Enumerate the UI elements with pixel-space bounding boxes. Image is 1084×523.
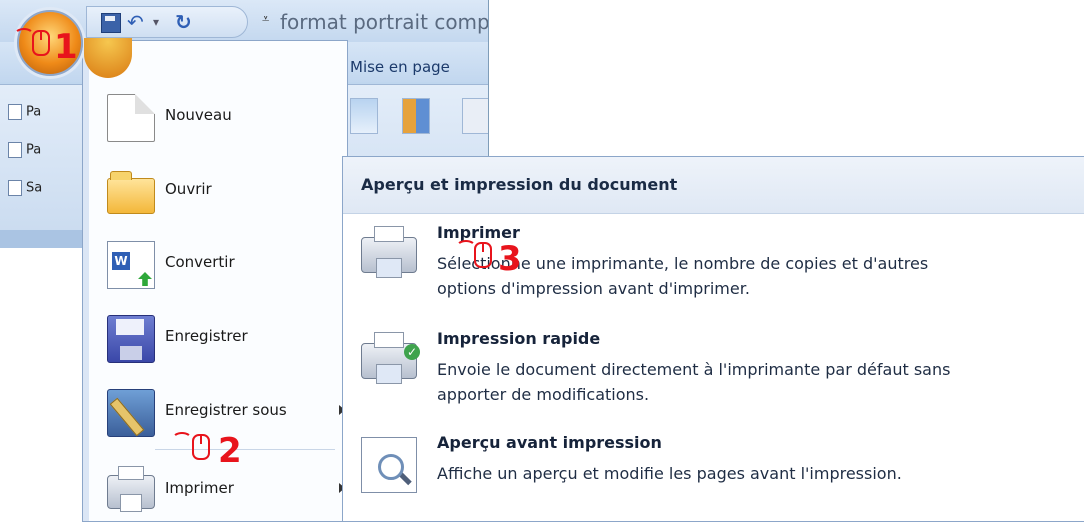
menu-item-label: Imprimer bbox=[165, 479, 234, 497]
option-description-line: apporter de modifications. bbox=[437, 385, 650, 404]
menu-item-convertir[interactable]: Convertir bbox=[93, 233, 343, 295]
ribbon-button-label: Pa bbox=[26, 104, 42, 120]
printer-icon bbox=[107, 466, 155, 512]
print-submenu: Aperçu et impression du document Imprime… bbox=[342, 156, 1084, 522]
submenu-header: Aperçu et impression du document bbox=[343, 157, 1084, 214]
page-icon bbox=[8, 104, 22, 120]
mouse-icon bbox=[192, 434, 210, 460]
page-icon bbox=[8, 142, 22, 158]
document-title: format portrait comp bbox=[280, 10, 489, 34]
step-number: 2 bbox=[218, 431, 242, 471]
ribbon-button-label: Pa bbox=[26, 142, 42, 158]
menu-item-label: Enregistrer sous bbox=[165, 401, 287, 419]
ribbon-button-1[interactable]: Pa bbox=[8, 104, 41, 120]
step-2-annotation: 2 bbox=[172, 426, 262, 472]
print-preview-icon bbox=[361, 437, 417, 493]
check-icon: ✓ bbox=[404, 344, 420, 360]
mouse-cord-icon bbox=[14, 28, 34, 42]
menu-item-nouveau[interactable]: Nouveau bbox=[93, 86, 343, 148]
menu-item-enregistrer[interactable]: Enregistrer bbox=[93, 307, 343, 369]
step-number: 3 bbox=[498, 239, 522, 279]
quick-print-icon: ✓ bbox=[361, 332, 420, 384]
option-description: Envoie le document directement à l'impri… bbox=[437, 357, 1084, 407]
menu-item-ouvrir[interactable]: Ouvrir bbox=[93, 160, 343, 222]
quick-access-toolbar: ↶ ▾ ↻ bbox=[86, 6, 248, 38]
save-icon bbox=[107, 315, 155, 363]
page-icon bbox=[8, 180, 22, 196]
mouse-icon bbox=[32, 30, 50, 56]
menu-item-label: Convertir bbox=[165, 253, 235, 271]
step-number: 1 bbox=[54, 27, 78, 67]
menu-left-strip bbox=[83, 41, 89, 521]
new-document-icon bbox=[107, 94, 155, 142]
customize-toolbar-icon[interactable]: ⩡ bbox=[262, 12, 269, 27]
step-3-annotation: 3 bbox=[456, 236, 546, 282]
undo-icon[interactable]: ↶ bbox=[127, 12, 145, 32]
chevron-down-icon[interactable]: ▾ bbox=[153, 13, 171, 31]
ribbon-button-3[interactable]: Sa bbox=[8, 180, 42, 196]
option-description-line: Envoie le document directement à l'impri… bbox=[437, 360, 951, 379]
open-folder-icon bbox=[107, 171, 155, 214]
option-description-line: Affiche un aperçu et modifie les pages a… bbox=[437, 464, 902, 483]
option-title: Aperçu avant impression bbox=[437, 433, 662, 452]
option-impression-rapide[interactable]: ✓ Impression rapide Envoie le document d… bbox=[353, 323, 1083, 419]
option-apercu-avant-impression[interactable]: Aperçu avant impression Affiche un aperç… bbox=[353, 427, 1083, 523]
smartart-icon[interactable] bbox=[402, 98, 430, 134]
redo-icon[interactable]: ↻ bbox=[175, 12, 193, 32]
save-icon[interactable] bbox=[101, 13, 121, 33]
menu-item-label: Nouveau bbox=[165, 106, 232, 124]
mouse-cord-icon bbox=[172, 432, 192, 446]
printer-icon bbox=[361, 226, 417, 278]
mouse-icon bbox=[474, 242, 492, 268]
shapes-icon[interactable] bbox=[462, 98, 488, 134]
option-title: Impression rapide bbox=[437, 329, 601, 348]
submenu-title: Aperçu et impression du document bbox=[361, 175, 678, 194]
ribbon-button-2[interactable]: Pa bbox=[8, 142, 41, 158]
ribbon-button-label: Sa bbox=[26, 180, 43, 196]
tab-mise-en-page[interactable]: Mise en page bbox=[350, 58, 450, 76]
save-as-icon bbox=[107, 389, 155, 437]
convert-icon bbox=[107, 241, 155, 289]
option-description: Affiche un aperçu et modifie les pages a… bbox=[437, 461, 1084, 486]
menu-item-label: Ouvrir bbox=[165, 180, 212, 198]
mouse-cord-icon bbox=[456, 240, 476, 254]
menu-item-label: Enregistrer bbox=[165, 327, 248, 345]
picture-icon[interactable] bbox=[350, 98, 378, 134]
step-1-annotation: 1 bbox=[14, 24, 104, 70]
